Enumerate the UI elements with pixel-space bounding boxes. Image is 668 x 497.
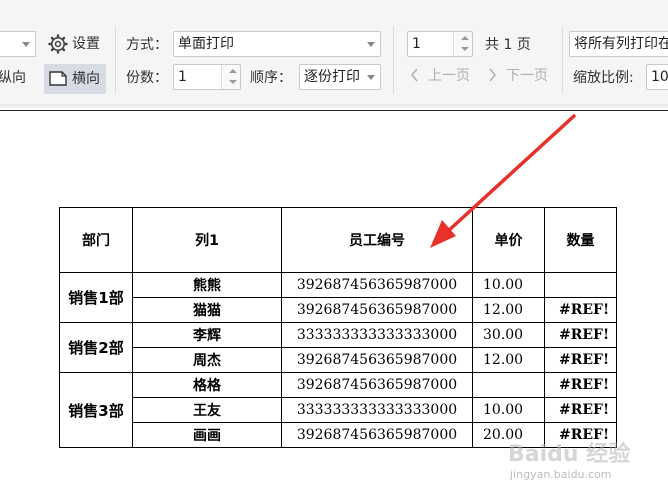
name-cell: 画画 [132,422,282,448]
collate-order-value: 逐份打印 [304,69,360,85]
department-cell: 销售2部 [59,322,133,373]
price-cell [472,372,545,398]
table-row: 销售2部 李辉 333333333333333000 30.00 #REF! [59,322,617,373]
name-cell: 熊熊 [132,272,282,298]
quantity-cell: #REF! [544,347,617,373]
scale-label: 缩放比例: [573,70,634,86]
next-page-button[interactable]: 下一页 [485,66,555,86]
copies-spin-buttons[interactable] [221,65,240,89]
name-cell: 王友 [132,397,282,423]
employee-id-cell: 333333333333333000 [281,397,473,423]
toolbar-divider [562,26,563,94]
settings-label: 设置 [72,36,100,52]
print-preview-toolbar: 设置 纵向 横向 方式： 单面打印 份数： 1 顺序： 逐份打印 1 共 1 页… [0,0,668,105]
employee-id-cell: 392687456365987000 [281,347,473,373]
department-cell: 销售3部 [59,372,133,448]
chevron-down-icon [22,42,30,47]
order-label: 顺序： [250,70,292,86]
prev-page-label: 上一页 [428,68,470,84]
employee-id-cell: 392687456365987000 [281,372,473,398]
employee-id-cell: 333333333333333000 [281,322,473,348]
page-number-value: 1 [412,36,421,52]
header-cell: 员工编号 [281,207,473,273]
total-pages-text: 共 1 页 [485,37,531,53]
watermark-logo: Baidu 经验 [508,442,631,467]
quantity-cell: #REF! [544,372,617,398]
table-row: 销售3部 格格 392687456365987000 #REF! [59,372,617,448]
chevron-down-icon [367,42,375,47]
header-cell: 单价 [472,207,545,273]
department-cell: 销售1部 [59,272,133,323]
employee-id-cell: 392687456365987000 [281,422,473,448]
decrement-icon[interactable] [229,77,237,87]
price-cell: 10.00 [472,272,545,298]
decrement-icon[interactable] [461,44,469,54]
scale-input[interactable]: 10 [646,64,668,90]
header-cell: 数量 [544,207,617,273]
fit-mode-value: 将所有列打印在 [574,36,668,52]
quantity-cell [544,272,617,298]
settings-button[interactable]: 设置 [46,33,106,55]
landscape-button[interactable]: 横向 [44,64,106,94]
paper-size-dropdown[interactable] [0,31,36,57]
chevron-left-icon [411,68,418,82]
price-cell: 10.00 [472,397,545,423]
page-top-edge [0,110,668,111]
mode-label: 方式： [126,37,168,53]
table-row: 王友 333333333333333000 10.00 #REF! [60,397,617,423]
fit-mode-dropdown[interactable]: 将所有列打印在 [569,31,668,57]
price-cell: 12.00 [472,297,545,323]
landscape-label: 横向 [72,71,100,87]
page-spin-buttons[interactable] [453,32,472,56]
header-cell: 部门 [59,207,133,273]
copies-value: 1 [178,69,187,85]
quantity-cell: #REF! [544,322,617,348]
duplex-mode-value: 单面打印 [178,36,234,52]
header-cell: 列1 [132,207,282,273]
scale-value: 10 [651,69,668,85]
toolbar-divider [393,26,394,94]
quantity-cell: #REF! [544,397,617,423]
table-header-row: 部门 列1 员工编号 单价 数量 [59,207,617,273]
increment-icon[interactable] [229,67,237,77]
next-page-label: 下一页 [506,68,548,84]
price-cell: 30.00 [472,322,545,348]
duplex-mode-dropdown[interactable]: 单面打印 [173,31,381,57]
gear-icon [48,34,68,54]
toolbar-divider [115,26,116,94]
table-row: 猫猫 392687456365987000 12.00 #REF! [60,297,617,323]
name-cell: 猫猫 [132,297,282,323]
preview-data-table: 部门 列1 员工编号 单价 数量 销售1部 熊熊 392687456365987… [59,207,617,448]
copies-stepper[interactable]: 1 [173,64,241,90]
portrait-button[interactable]: 纵向 [0,69,26,87]
chevron-down-icon [367,75,375,80]
employee-id-cell: 392687456365987000 [281,272,473,298]
landscape-page-icon [49,71,67,86]
prev-page-button[interactable]: 上一页 [408,66,476,86]
copies-label: 份数： [126,70,168,86]
employee-id-cell: 392687456365987000 [281,297,473,323]
table-row: 销售1部 熊熊 392687456365987000 10.00 [59,272,617,323]
price-cell: 12.00 [472,347,545,373]
watermark-url: jingyan.baidu.com [510,468,612,481]
name-cell: 周杰 [132,347,282,373]
quantity-cell: #REF! [544,297,617,323]
name-cell: 格格 [132,372,282,398]
name-cell: 李辉 [132,322,282,348]
collate-order-dropdown[interactable]: 逐份打印 [299,64,381,90]
table-row: 周杰 392687456365987000 12.00 #REF! [60,347,617,373]
chevron-right-icon [489,68,496,82]
increment-icon[interactable] [461,34,469,44]
page-number-stepper[interactable]: 1 [407,31,473,57]
